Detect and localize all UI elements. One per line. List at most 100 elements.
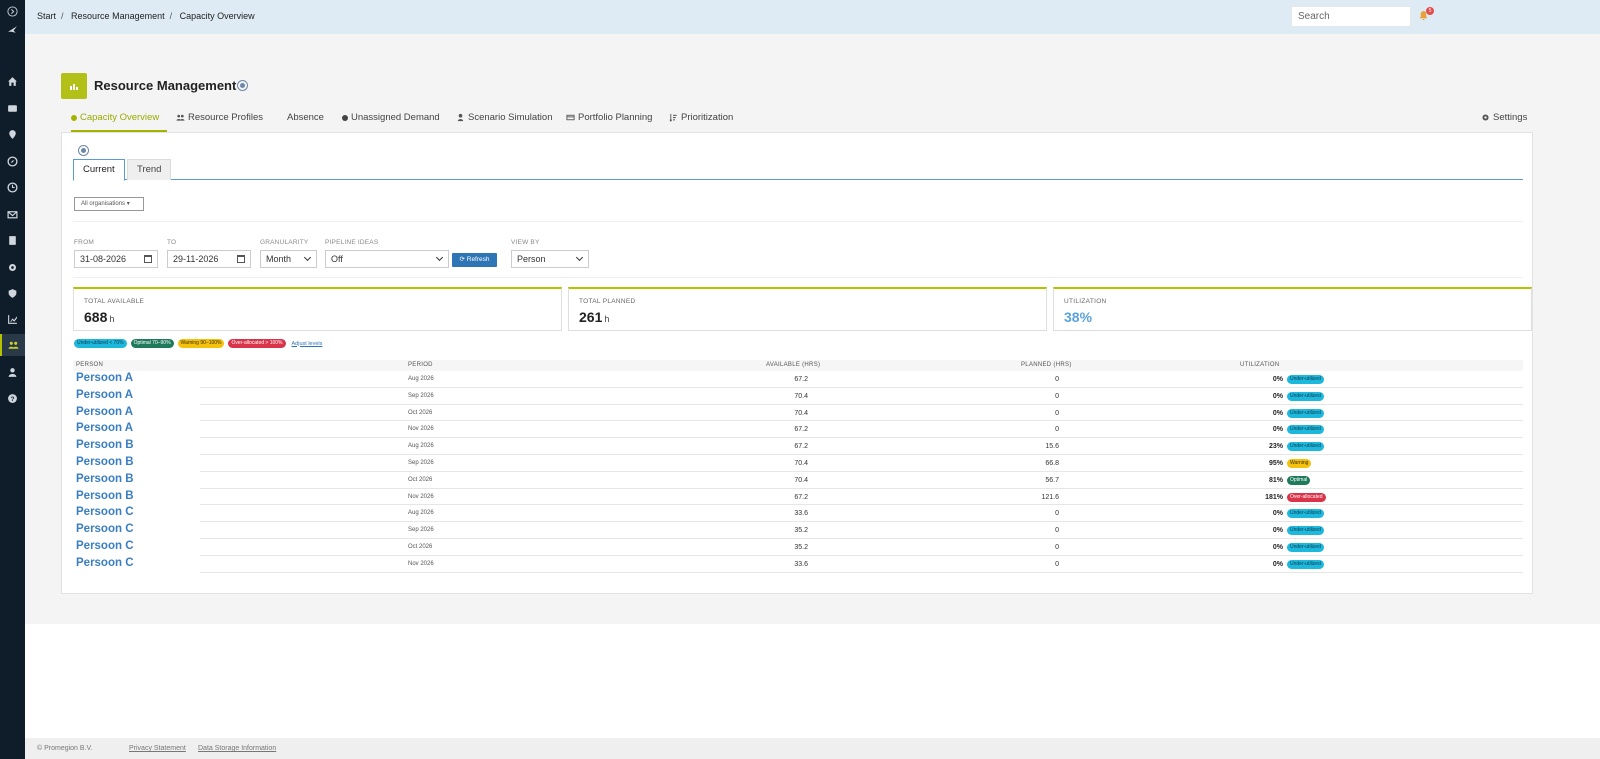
available-cell: 67.2 (794, 426, 808, 434)
breadcrumb-separator: / (169, 11, 173, 21)
tab-prioritization[interactable]: Prioritization (669, 112, 733, 132)
to-label: TO (167, 239, 177, 246)
person-link[interactable]: Persoon B (76, 490, 134, 502)
compass-icon[interactable] (0, 150, 25, 172)
gear-icon[interactable] (0, 256, 25, 278)
home-icon[interactable] (0, 70, 25, 92)
breadcrumb: Start / Resource Management / Capacity Ove… (37, 11, 258, 21)
status-badge: Under-utilized (1287, 408, 1324, 418)
available-cell: 70.4 (794, 392, 808, 400)
breadcrumb-start[interactable]: Start (37, 11, 56, 21)
document-icon[interactable] (0, 229, 25, 251)
person-link[interactable]: Persoon A (76, 406, 133, 418)
bird-logo-icon[interactable] (0, 18, 25, 40)
data-storage-link[interactable]: Data Storage Information (198, 745, 276, 752)
inbox-icon[interactable] (0, 97, 25, 119)
table-row: Persoon B Aug 2026 67.2 15.6 23% Under-utiliz… (73, 438, 1523, 455)
table-body: Persoon A Aug 2026 67.2 0 0% Under-utilized Pe… (73, 371, 1523, 573)
privacy-statement-link[interactable]: Privacy Statement (129, 745, 186, 752)
pipeline-ideas-value: Off (331, 254, 343, 264)
to-date-value: 29-11-2026 (173, 254, 219, 264)
table-row: Persoon A Nov 2026 67.2 0 0% Under-utilized (73, 421, 1523, 439)
table-row: Persoon C Aug 2026 33.6 0 0% Under-utilized (73, 505, 1523, 523)
pipeline-ideas-select[interactable]: Off (325, 250, 449, 268)
table-row: Persoon A Sep 2026 70.4 0 0% Under-utilized (73, 388, 1523, 405)
utilization-cell: 0% (1272, 527, 1283, 535)
legend-optimal: Optimal 70–90% (130, 339, 174, 348)
tab-label: Absence (287, 112, 324, 123)
adjust-levels-link[interactable]: Adjust levels (292, 341, 323, 347)
tab-portfolio-planning[interactable]: Portfolio Planning (566, 112, 652, 132)
column-header-period[interactable]: PERIOD (408, 362, 433, 368)
calendar-icon[interactable] (144, 255, 152, 263)
person-link[interactable]: Persoon B (76, 456, 134, 468)
planned-cell: 66.8 (1045, 459, 1059, 467)
resource-management-app-icon (61, 73, 87, 99)
org-select-value: All organisations (81, 201, 126, 207)
column-header-planned[interactable]: PLANNED (HRS) (1021, 362, 1072, 368)
search-input[interactable] (1291, 6, 1411, 27)
column-header-utilization[interactable]: UTILIZATION (1240, 362, 1280, 368)
granularity-select[interactable]: Month (260, 250, 317, 268)
column-header-person[interactable]: PERSON (76, 362, 103, 368)
map-pin-icon[interactable] (0, 123, 25, 145)
refresh-button[interactable]: ⟳ Refresh (452, 253, 497, 267)
period-cell: Nov 2026 (408, 560, 434, 567)
to-date-field[interactable]: 29-11-2026 (167, 250, 251, 268)
calendar-icon[interactable] (237, 255, 245, 263)
legend-under-utilized: Under-utilized < 70% (74, 339, 127, 348)
person-link[interactable]: Persoon C (76, 506, 134, 518)
pipeline-ideas-label: PIPELINE IDEAS (325, 239, 379, 246)
person-link[interactable]: Persoon C (76, 523, 134, 535)
person-link[interactable]: Persoon C (76, 540, 134, 552)
subtab-trend[interactable]: Trend (127, 159, 171, 180)
user-icon (457, 113, 464, 122)
notification-badge: 5 (1426, 7, 1434, 15)
utilization-cell: 0% (1272, 409, 1283, 417)
person-link[interactable]: Persoon B (76, 439, 134, 451)
from-date-field[interactable]: 31-08-2026 (74, 250, 158, 268)
clock-icon[interactable] (0, 176, 25, 198)
people-icon[interactable] (0, 334, 25, 356)
column-header-available[interactable]: AVAILABLE (HRS) (766, 362, 820, 368)
tab-scenario-simulation[interactable]: Scenario Simulation (456, 112, 553, 132)
status-badge: Under-utilized (1287, 559, 1324, 569)
main-tabs: Capacity Overview Resource Profiles Abse… (61, 112, 1533, 132)
person-link[interactable]: Persoon B (76, 473, 134, 485)
period-cell: Aug 2026 (408, 510, 434, 517)
available-cell: 70.4 (794, 459, 808, 467)
person-link[interactable]: Persoon A (76, 372, 133, 384)
utilization-cell: 181% (1265, 493, 1283, 501)
chevron-down-icon (303, 253, 312, 262)
tab-capacity-overview[interactable]: Capacity Overview (71, 112, 167, 132)
status-badge: Under-utilized (1287, 526, 1324, 536)
chart-icon[interactable] (0, 308, 25, 330)
mail-icon[interactable] (0, 203, 25, 225)
total-available-label: TOTAL AVAILABLE (84, 298, 145, 305)
total-planned-value: 261 h (579, 309, 609, 325)
legend-over-allocated: Over-allocated > 100% (228, 339, 286, 348)
help-icon[interactable]: ? (0, 387, 25, 409)
tab-label: Scenario Simulation (468, 112, 553, 123)
breadcrumb-capacity-overview: Capacity Overview (179, 11, 255, 21)
from-label: FROM (74, 239, 94, 246)
utilization-cell: 0% (1272, 376, 1283, 383)
info-icon[interactable] (78, 145, 89, 156)
people-icon (176, 114, 185, 121)
tab-absence[interactable]: Absence (287, 112, 324, 132)
breadcrumb-resource-management[interactable]: Resource Management (71, 11, 165, 21)
period-cell: Sep 2026 (408, 459, 434, 466)
person-link[interactable]: Persoon A (76, 422, 133, 434)
subtab-current[interactable]: Current (73, 159, 125, 181)
table-header: PERSON PERIOD AVAILABLE (HRS) PLANNED (H… (73, 360, 1523, 371)
tab-resource-profiles[interactable]: Resource Profiles (176, 112, 263, 132)
view-by-select[interactable]: Person (511, 250, 589, 268)
tab-settings[interactable]: Settings (1481, 112, 1527, 132)
person-link[interactable]: Persoon C (76, 557, 134, 569)
info-icon[interactable] (237, 80, 248, 91)
shield-icon[interactable] (0, 282, 25, 304)
user-icon[interactable] (0, 361, 25, 383)
tab-unassigned-demand[interactable]: Unassigned Demand (342, 112, 440, 132)
organisation-select[interactable]: All organisations ▾ (74, 197, 144, 211)
person-link[interactable]: Persoon A (76, 389, 133, 401)
